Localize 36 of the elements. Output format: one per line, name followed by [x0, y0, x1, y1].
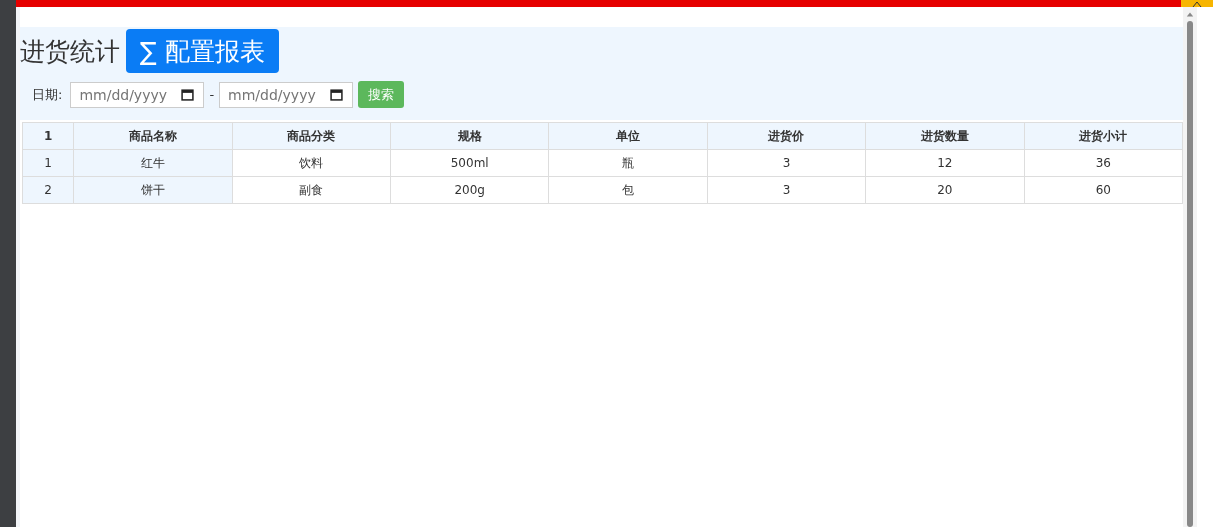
column-header: 商品分类: [232, 122, 391, 150]
calendar-icon[interactable]: [330, 88, 344, 101]
date-label: 日期:: [32, 85, 63, 104]
table-cell: 红牛: [73, 149, 233, 177]
table-cell: 200g: [390, 176, 549, 204]
column-header: 进货小计: [1024, 122, 1183, 150]
end-date-field[interactable]: mm/dd/yyyy: [219, 81, 354, 108]
table-cell: 饼干: [73, 176, 233, 204]
table-cell: 3: [707, 176, 866, 204]
start-date-field[interactable]: mm/dd/yyyy: [70, 81, 205, 108]
column-header: 商品名称: [73, 122, 233, 150]
table-cell: 36: [1024, 149, 1183, 177]
search-button[interactable]: 搜索: [358, 81, 405, 108]
table-cell: 瓶: [548, 149, 708, 177]
column-header: 进货数量: [865, 122, 1025, 150]
scrollbar[interactable]: [1183, 7, 1197, 527]
column-header: 规格: [390, 122, 549, 150]
date-separator: -: [209, 87, 215, 102]
column-header: 单位: [548, 122, 708, 150]
table-cell: 60: [1024, 176, 1183, 204]
table-cell: 20: [865, 176, 1025, 204]
calendar-icon[interactable]: [181, 88, 195, 101]
table-cell: 副食: [232, 176, 391, 204]
table-cell: 包: [548, 176, 708, 204]
table-cell: 500ml: [390, 149, 549, 177]
table-cell: 2: [22, 176, 74, 204]
table-cell: 饮料: [232, 149, 391, 177]
table-cell: 3: [707, 149, 866, 177]
column-header: 进货价: [707, 122, 866, 150]
page-title: 进货统计: [20, 35, 120, 68]
close-icon[interactable]: [1181, 0, 1213, 7]
column-header: 1: [22, 122, 74, 150]
table-cell: 12: [865, 149, 1025, 177]
table-cell: 1: [22, 149, 74, 177]
config-report-button[interactable]: ∑ 配置报表: [126, 29, 279, 73]
scroll-up-icon[interactable]: [1186, 11, 1194, 17]
